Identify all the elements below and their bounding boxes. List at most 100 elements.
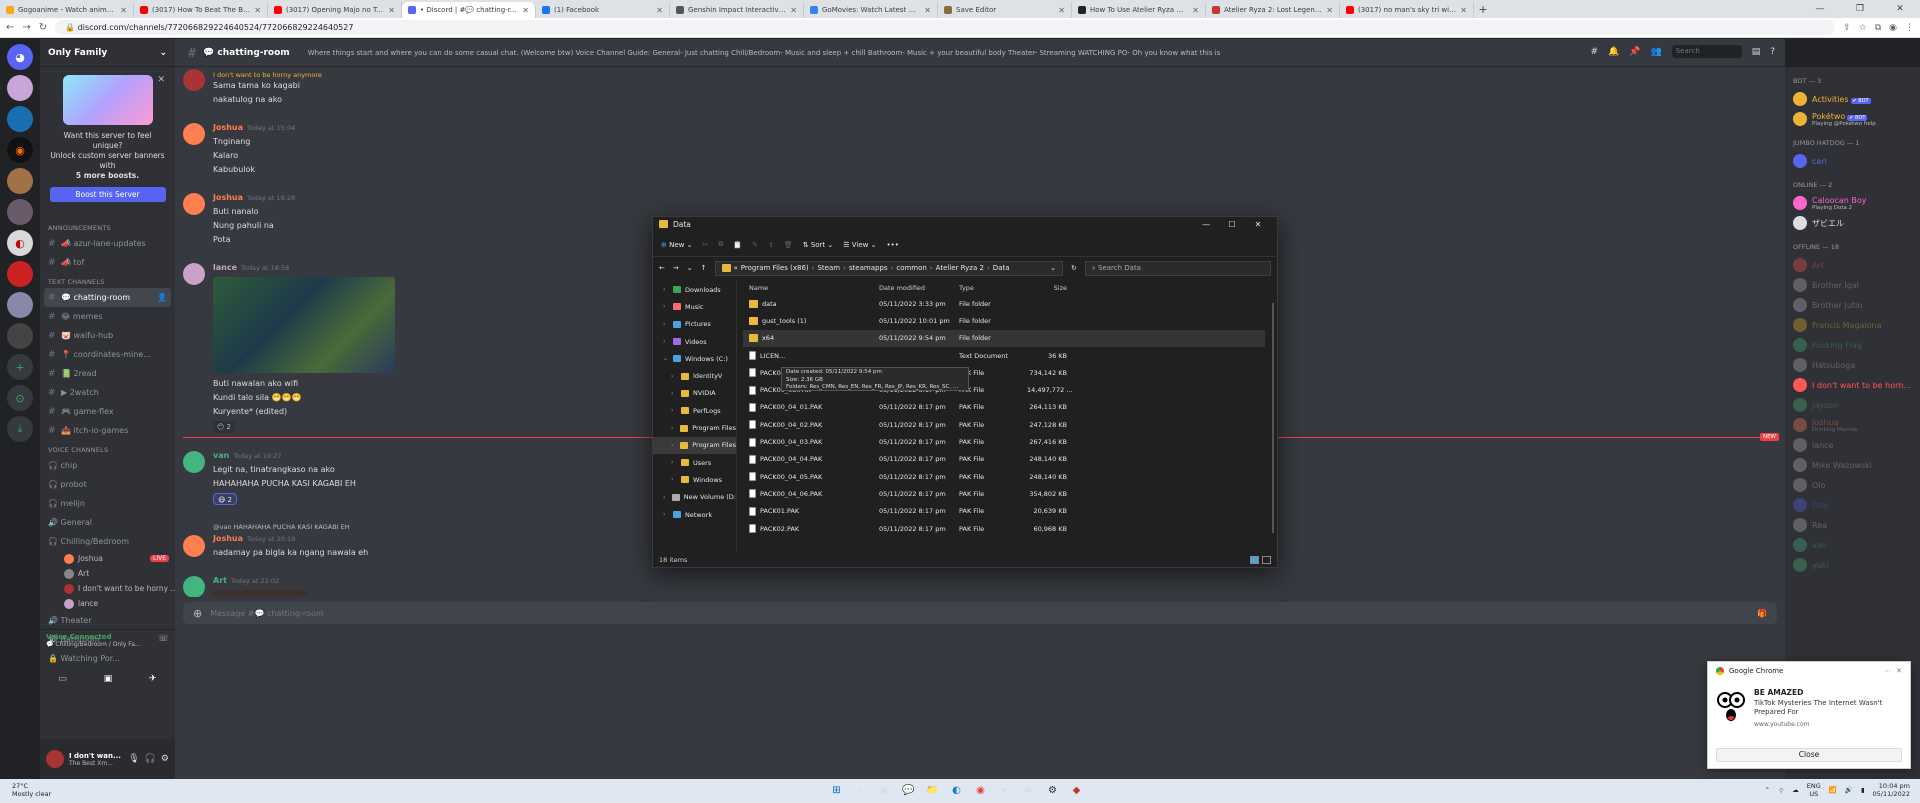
browser-tab[interactable]: Atelier Ryza 2: Lost Legends & t...✕ (1206, 2, 1340, 18)
copy-icon[interactable]: ⧉ (718, 240, 723, 249)
help-icon[interactable]: ? (1770, 47, 1775, 57)
chevron-right-icon[interactable]: › (671, 459, 677, 466)
close-icon[interactable]: ✕ (1896, 667, 1902, 675)
member-item[interactable]: ザビエル (1785, 213, 1920, 233)
chevron-right-icon[interactable]: › (671, 442, 676, 449)
browser-tab[interactable]: Gogoanime - Watch anime onli... ✕ (0, 2, 134, 18)
chat-icon[interactable]: 💬 (900, 782, 917, 799)
chevron-right-icon[interactable]: › (671, 373, 677, 380)
file-row[interactable]: PACK02.PAK 05/11/2022 8:17 pm PAK File 60,9… (743, 520, 1265, 537)
message-author[interactable]: Joshua Today at 18:28 (213, 193, 295, 202)
explore-icon[interactable]: ⊙ (7, 385, 33, 411)
onedrive-icon[interactable]: ☁ (1792, 786, 1799, 794)
browser-tab[interactable]: (3017) Opening Majo no Tabitabi... ✕ (268, 2, 402, 18)
browser-tab[interactable]: GoMovies: Watch Latest HD Mov... ✕ (804, 2, 938, 18)
channel-item[interactable]: # 📣 azur-lane-updates (40, 234, 175, 253)
avatar[interactable] (183, 451, 205, 473)
minimize-icon[interactable]: — (1800, 0, 1840, 18)
close-icon[interactable]: ✕ (522, 6, 529, 15)
star-icon[interactable]: ☆ (1859, 23, 1867, 33)
browser-tab[interactable]: Genshin Impact Interactive World... ✕ (670, 2, 804, 18)
chevron-right-icon[interactable]: › (663, 338, 669, 345)
game-screenshot[interactable] (213, 277, 395, 373)
url-input[interactable]: 🔒 discord.com/channels/77206682922464052… (55, 20, 1836, 35)
close-icon[interactable]: ✕ (1460, 6, 1467, 15)
explorer-search-input[interactable]: ⌕ Search Data (1084, 260, 1271, 276)
message-author[interactable]: lance Today at 18:58 (213, 263, 289, 272)
member-item[interactable]: Mike Wazowski (1785, 455, 1920, 475)
language-indicator[interactable]: ENG US (1807, 782, 1821, 798)
network-icon[interactable]: ⌔ (1778, 786, 1784, 795)
extensions-icon[interactable]: ⧉ (1875, 23, 1881, 33)
member-item[interactable]: lance (1785, 435, 1920, 455)
path-breadcrumb[interactable]: «Program Files (x86) › Steam › steamapps › com… (714, 260, 1063, 276)
chevron-up-icon[interactable]: ⌃ (1765, 786, 1770, 794)
close-icon[interactable]: ✕ (656, 6, 663, 15)
profile-icon[interactable]: ◉ (1889, 23, 1897, 33)
discord-home-icon[interactable]: ◕ (7, 44, 33, 70)
path-segment[interactable]: Atelier Ryza 2 (936, 264, 984, 272)
wifi-icon[interactable]: 📶 (1829, 786, 1837, 794)
battery-icon[interactable]: ▮ (1861, 786, 1865, 794)
chevron-right-icon[interactable]: ⌄ (663, 355, 669, 362)
chevron-right-icon[interactable]: › (663, 494, 668, 501)
channel-item[interactable]: # 📍 coordinates-mine... (40, 345, 175, 364)
file-row[interactable]: PACK00_04_03.PAK 05/11/2022 8:17 pm PAK Fi… (743, 433, 1265, 450)
channel-item[interactable]: # 🎮 game-flex (40, 402, 175, 421)
chevron-right-icon[interactable]: › (663, 511, 669, 518)
maximize-icon[interactable]: ❐ (1840, 0, 1880, 18)
pin-icon[interactable]: 📌 (1629, 47, 1640, 57)
nav-item[interactable]: › Music (653, 298, 736, 315)
app-icon[interactable]: ✦ (996, 782, 1013, 799)
chevron-right-icon[interactable]: › (671, 407, 677, 414)
browser-tab[interactable]: (3017) no man's sky tri wing exo...✕ (1340, 2, 1474, 18)
chrome-icon[interactable]: ◉ (972, 782, 989, 799)
file-row[interactable]: gust_tools (1) 05/11/2022 10:01 pm File fo… (743, 312, 1265, 329)
member-item[interactable]: Otai (1785, 495, 1920, 515)
member-item[interactable]: Hatsuboga (1785, 355, 1920, 375)
file-row[interactable]: PACK00_04_01.PAK 05/11/2022 8:17 pm PAK Fi… (743, 399, 1265, 416)
chevron-right-icon[interactable]: › (671, 425, 676, 432)
channel-item[interactable]: # 🐷 waifu-hub (40, 326, 175, 345)
close-icon[interactable]: ✕ (1058, 6, 1065, 15)
menu-icon[interactable]: ⋮ (1905, 23, 1914, 33)
gift-icon[interactable]: 🎁 (1757, 609, 1767, 618)
column-header-cell[interactable]: Name (743, 284, 879, 292)
close-icon[interactable]: ✕ (1880, 0, 1920, 18)
message-author[interactable]: Joshua Today at 15:04 (213, 123, 295, 132)
channel-item[interactable]: # ▶ 2watch (40, 383, 175, 402)
file-row[interactable]: PACK00_04_05.PAK 05/11/2022 8:17 pm PAK Fi… (743, 468, 1265, 485)
file-row[interactable]: x64 05/11/2022 9:54 pm File folder (743, 329, 1265, 347)
member-item[interactable]: yuki (1785, 555, 1920, 575)
server-icon[interactable] (7, 199, 33, 225)
member-item[interactable]: Francis Magalona (1785, 315, 1920, 335)
column-header-cell[interactable]: Type (959, 284, 1027, 292)
server-icon[interactable] (7, 168, 33, 194)
file-row[interactable]: data 05/11/2022 3:33 pm File folder (743, 295, 1265, 312)
nav-item[interactable]: › IdentityV (653, 367, 736, 384)
browser-tab[interactable]: (1) Facebook ✕ (536, 2, 670, 18)
channel-item[interactable]: # 📥 itch-io-games (40, 421, 175, 440)
member-item[interactable]: Olo (1785, 475, 1920, 495)
game-icon[interactable]: ◆ (1068, 782, 1085, 799)
add-member-icon[interactable]: 👤 (157, 293, 167, 302)
nav-item[interactable]: › Downloads (653, 281, 736, 298)
nav-item[interactable]: › Program Files (653, 419, 736, 436)
search-input[interactable]: Search (1671, 45, 1742, 58)
chevron-right-icon[interactable]: › (671, 476, 677, 483)
nav-item[interactable]: › Network (653, 506, 736, 523)
close-icon[interactable]: ✕ (1326, 6, 1333, 15)
path-segment[interactable]: steamapps (849, 264, 888, 272)
minimize-icon[interactable]: — (1193, 220, 1219, 229)
recent-icon[interactable]: ⌄ (687, 264, 693, 272)
voice-user[interactable]: lance (40, 596, 175, 611)
share-icon[interactable]: ⇪ (768, 241, 774, 249)
avatar[interactable] (183, 69, 205, 91)
add-attachment-icon[interactable]: ⊕ (193, 607, 202, 620)
server-icon[interactable] (7, 106, 33, 132)
search-icon[interactable]: ⌕ (852, 782, 869, 799)
column-header-cell[interactable]: Date modified (879, 284, 959, 292)
notification-close-button[interactable]: Close (1716, 748, 1902, 762)
disconnect-icon[interactable]: ☏ (158, 634, 169, 644)
activity-icon[interactable]: ✈ (149, 674, 157, 684)
